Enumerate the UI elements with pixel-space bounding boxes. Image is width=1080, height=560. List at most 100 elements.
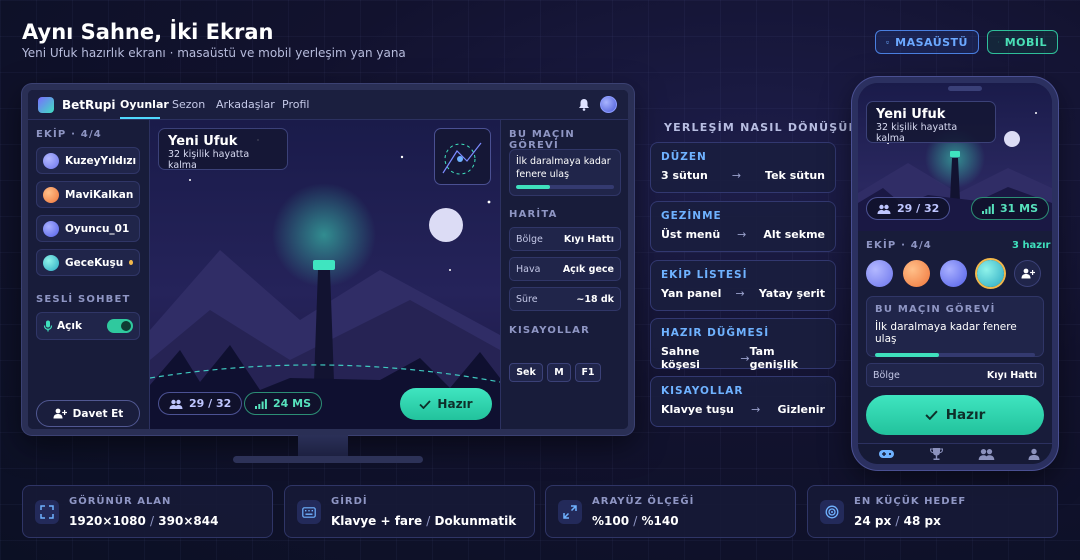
- team-member[interactable]: GeceKuşu: [36, 249, 140, 276]
- nav-games[interactable]: Oyunlar: [120, 98, 169, 111]
- monitor-stand-base: [233, 456, 423, 463]
- map-info-key: Hava: [516, 263, 541, 275]
- desktop-value: 1920×1080: [69, 514, 146, 528]
- scene-title-card: Yeni Ufuk 32 kişilik hayatta kalma: [158, 128, 288, 171]
- nav-active-underline: [120, 117, 160, 119]
- invite-button[interactable]: Davet Et: [36, 400, 140, 427]
- left-panel: EKİP · 4/4 KuzeyYıldızı MaviKalkan Oyunc…: [28, 120, 150, 429]
- avatar: [43, 186, 59, 203]
- desktop-view-label: MASAÜSTÜ: [895, 35, 968, 49]
- team-label: EKİP · 4/4: [36, 129, 102, 140]
- stat-value: 24 px / 48 px: [854, 514, 941, 528]
- transform-to: Tam genişlik: [749, 345, 798, 371]
- task-progress-bar: [516, 184, 614, 189]
- away-status-dot: [129, 260, 133, 265]
- phone-icon: [998, 41, 999, 43]
- profile-icon[interactable]: [1028, 448, 1040, 460]
- transform-heading: GEZİNME: [661, 210, 722, 222]
- transform-from: 3 sütun: [661, 169, 708, 182]
- nav-friends[interactable]: Arkadaşlar: [216, 98, 275, 111]
- ping-value: 24 MS: [273, 397, 312, 410]
- stat-label: EN KÜÇÜK HEDEF: [854, 496, 967, 507]
- stat-card: EN KÜÇÜK HEDEF 24 px / 48 px: [807, 485, 1058, 538]
- stat-value: Klavye + fare / Dokunmatik: [331, 514, 516, 528]
- transform-to: Alt sekme: [763, 228, 825, 241]
- scene-subtitle: 32 kişilik hayatta kalma: [168, 149, 250, 171]
- minimap[interactable]: [434, 128, 491, 185]
- right-panel: BU MAÇIN GÖREVİ İlk daralmaya kadar fene…: [500, 120, 628, 429]
- add-user-icon: [1021, 268, 1035, 279]
- ready-button[interactable]: Hazır: [400, 388, 492, 420]
- add-user-icon: [53, 408, 67, 419]
- map-label: HARİTA: [509, 209, 558, 220]
- avatar[interactable]: [977, 260, 1004, 287]
- stat-value: %100 / %140: [592, 514, 679, 528]
- shortcut-key[interactable]: Sek: [509, 363, 543, 382]
- ready-label: Hazır: [437, 397, 473, 411]
- game-scene: Yeni Ufuk 32 kişilik hayatta kalma 29 / …: [150, 120, 500, 429]
- map-info-value: Açık gece: [562, 263, 614, 275]
- desktop-view-button[interactable]: MASAÜSTÜ: [875, 30, 979, 54]
- arrow-right-icon: →: [740, 351, 750, 365]
- transform-card: DÜZEN 3 sütun → Tek sütun: [650, 142, 836, 193]
- separator: /: [150, 514, 155, 528]
- transform-from: Yan panel: [661, 287, 722, 300]
- ping-value: 31 MS: [1000, 202, 1039, 215]
- map-info-row: Hava Açık gece: [509, 257, 621, 281]
- avatar: [43, 220, 59, 237]
- avatar: [43, 254, 59, 271]
- users-icon[interactable]: [978, 448, 995, 460]
- map-info-value: ~18 dk: [576, 293, 614, 305]
- microphone-icon: [43, 320, 53, 332]
- shortcut-key[interactable]: M: [547, 363, 571, 382]
- team-member[interactable]: Oyuncu_01: [36, 215, 140, 242]
- trophy-icon[interactable]: [929, 447, 944, 461]
- transform-to: Yatay şerit: [758, 287, 825, 300]
- check-icon: [419, 399, 432, 409]
- map-info-value: Kıyı Hattı: [563, 233, 614, 245]
- mobile-phone: Yeni Ufuk 32 kişilik hayatta kalma 29 / …: [852, 77, 1058, 470]
- arrow-right-icon: →: [751, 403, 761, 416]
- gamepad-icon[interactable]: [878, 448, 895, 460]
- desktop-monitor: BetRupi Oyunlar Sezon Arkadaşlar Profil …: [22, 84, 634, 435]
- avatar[interactable]: [940, 260, 967, 287]
- mobile-view-button[interactable]: MOBİL: [987, 30, 1058, 54]
- ready-button[interactable]: Hazır: [866, 395, 1044, 435]
- nav-profile[interactable]: Profil: [282, 98, 309, 111]
- expand-icon: [35, 500, 59, 524]
- map-info-key: Süre: [516, 293, 538, 305]
- add-member-button[interactable]: [1014, 260, 1041, 287]
- player-count-pill: 29 / 32: [866, 197, 951, 220]
- team-member-name: GeceKuşu: [65, 256, 124, 269]
- scene-title: Yeni Ufuk: [876, 107, 946, 122]
- top-nav-bar: BetRupi Oyunlar Sezon Arkadaşlar Profil: [28, 90, 628, 120]
- team-member[interactable]: KuzeyYıldızı: [36, 147, 140, 174]
- voice-switch[interactable]: [107, 319, 133, 333]
- nav-season[interactable]: Sezon: [172, 98, 205, 111]
- scene-subtitle: 32 kişilik hayatta kalma: [876, 122, 958, 144]
- shortcut-key[interactable]: F1: [575, 363, 601, 382]
- task-text: İlk daralmaya kadar fenere ulaş: [875, 321, 1017, 345]
- app-logo: [38, 97, 54, 113]
- stat-card: ARAYÜZ ÖLÇEĞİ %100 / %140: [545, 485, 796, 538]
- stat-card: GÖRÜNÜR ALAN 1920×1080 / 390×844: [22, 485, 273, 538]
- separator: /: [633, 514, 638, 528]
- task-label: BU MAÇIN GÖREVİ: [875, 304, 996, 315]
- minimap-art: [442, 142, 482, 175]
- task-label: BU MAÇIN GÖREVİ: [509, 129, 575, 151]
- avatar[interactable]: [903, 260, 930, 287]
- transform-heading: DÜZEN: [661, 151, 707, 163]
- team-member[interactable]: MaviKalkan: [36, 181, 140, 208]
- transform-heading: HAZIR DÜĞMESİ: [661, 327, 770, 339]
- avatar[interactable]: [866, 260, 893, 287]
- transform-card: EKİP LİSTESİ Yan panel → Yatay şerit: [650, 260, 836, 311]
- signal-icon: [982, 203, 994, 214]
- user-avatar[interactable]: [600, 96, 617, 113]
- bell-icon[interactable]: [578, 98, 590, 111]
- page-title: Aynı Sahne, İki Ekran: [22, 20, 274, 44]
- keyboard-icon: [297, 500, 321, 524]
- ping-pill: 31 MS: [971, 197, 1050, 220]
- mobile-scene-title-card: Yeni Ufuk 32 kişilik hayatta kalma: [866, 101, 996, 144]
- arrow-right-icon: →: [735, 287, 745, 300]
- voice-chat-toggle[interactable]: Açık: [36, 312, 140, 340]
